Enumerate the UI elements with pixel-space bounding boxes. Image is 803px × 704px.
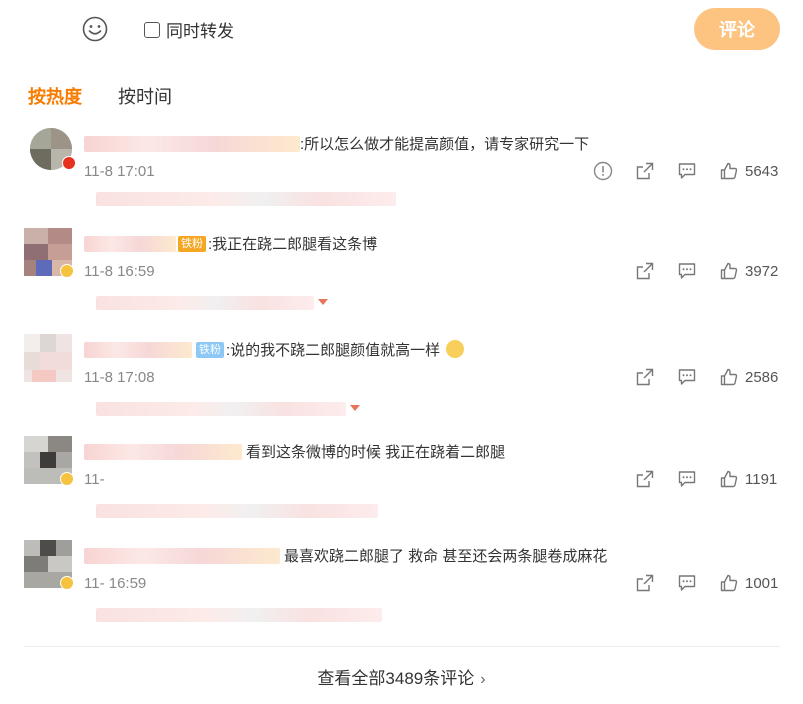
comment-item: 铁粉 :我正在跷二郎腿看这条博 11-8 16:59 3972 [0, 228, 803, 332]
comment-time: 11- [84, 471, 105, 488]
comment-item: 看到这条微博的时候 我正在跷着二郎腿 11- 1191 [0, 436, 803, 540]
grin-emoji-icon [446, 340, 465, 358]
username[interactable] [84, 548, 280, 564]
fan-badge: 铁粉 [196, 342, 224, 358]
comment-content: 最喜欢跷二郎腿了 救命 甚至还会两条腿卷成麻花 [284, 548, 608, 565]
repost-checkbox[interactable]: 同时转发 [144, 17, 234, 42]
divider [24, 646, 780, 647]
comment-time: 11-8 17:08 [84, 369, 155, 386]
like-count: 1191 [745, 470, 778, 488]
member-badge [60, 472, 74, 486]
comment-item: 铁粉 :说的我不跷二郎腿颜值就高一样 11-8 17:08 2586 [0, 334, 803, 438]
expand-arrow-icon[interactable] [318, 299, 328, 305]
share-icon[interactable] [635, 161, 655, 181]
thumbs-up-icon [720, 262, 738, 280]
comment-item: :所以怎么做才能提高颜值，请专家研究一下 11-8 17:01 5643 [0, 128, 803, 232]
share-icon[interactable] [635, 469, 655, 489]
comment-content: :我正在跷二郎腿看这条博 [208, 236, 378, 253]
like-button[interactable]: 5643 [719, 161, 779, 181]
share-icon[interactable] [635, 367, 655, 387]
like-count: 3972 [745, 262, 779, 280]
comment-time: 11- 16:59 [84, 575, 147, 592]
comment-actions: 3972 [635, 261, 779, 281]
like-count: 2586 [745, 368, 779, 386]
like-button[interactable]: 2586 [719, 367, 779, 387]
like-button[interactable]: 3972 [719, 261, 779, 281]
sort-tabs: 按热度 按时间 [28, 83, 172, 109]
reply-icon[interactable] [677, 161, 697, 181]
verified-badge [62, 156, 76, 170]
like-button[interactable]: 1191 [719, 469, 779, 489]
checkbox-box[interactable] [144, 21, 160, 38]
reply-preview[interactable] [96, 296, 314, 310]
expand-arrow-icon[interactable] [350, 405, 360, 411]
username[interactable] [84, 342, 192, 358]
fan-badge: 铁粉 [178, 236, 206, 252]
reply-preview[interactable] [96, 402, 346, 416]
tab-sort-hot[interactable]: 按热度 [28, 83, 82, 109]
like-count: 1001 [745, 574, 779, 592]
avatar[interactable] [24, 334, 72, 382]
view-all-comments-link[interactable]: 查看全部3489条评论 › [0, 664, 803, 689]
comment-toolbar: 同时转发 评论 [0, 0, 803, 60]
repost-label: 同时转发 [166, 22, 234, 41]
reply-preview[interactable] [96, 504, 378, 518]
username[interactable] [84, 136, 300, 152]
reply-preview[interactable] [96, 608, 382, 622]
chevron-right-icon: › [480, 671, 486, 688]
member-badge [60, 264, 74, 278]
smiley-icon[interactable] [82, 16, 108, 42]
comment-content: :所以怎么做才能提高颜值，请专家研究一下 [300, 136, 590, 153]
report-icon[interactable] [593, 161, 613, 181]
reply-icon[interactable] [677, 573, 697, 593]
comment-item: 最喜欢跷二郎腿了 救命 甚至还会两条腿卷成麻花 11- 16:59 1001 [0, 540, 803, 644]
comment-time: 11-8 17:01 [84, 163, 155, 180]
comment-actions: 2586 [635, 367, 779, 387]
thumbs-up-icon [720, 162, 738, 180]
reply-preview[interactable] [96, 192, 396, 206]
thumbs-up-icon [720, 574, 738, 592]
username[interactable] [84, 236, 176, 252]
share-icon[interactable] [635, 573, 655, 593]
like-count: 5643 [745, 162, 779, 180]
share-icon[interactable] [635, 261, 655, 281]
comment-actions: 1191 [635, 469, 779, 489]
comment-content: :说的我不跷二郎腿颜值就高一样 [226, 339, 465, 360]
comment-actions: 1001 [635, 573, 779, 593]
username[interactable] [84, 444, 242, 460]
reply-icon[interactable] [677, 367, 697, 387]
reply-icon[interactable] [677, 261, 697, 281]
thumbs-up-icon [720, 470, 738, 488]
like-button[interactable]: 1001 [719, 573, 779, 593]
comment-actions: 5643 [593, 161, 779, 181]
submit-comment-button[interactable]: 评论 [694, 8, 780, 50]
reply-icon[interactable] [677, 469, 697, 489]
comment-time: 11-8 16:59 [84, 263, 155, 280]
view-all-label: 查看全部3489条评论 [317, 669, 475, 688]
tab-sort-time[interactable]: 按时间 [118, 83, 172, 109]
member-badge [60, 576, 74, 590]
comment-content: 看到这条微博的时候 我正在跷着二郎腿 [246, 444, 506, 461]
thumbs-up-icon [720, 368, 738, 386]
